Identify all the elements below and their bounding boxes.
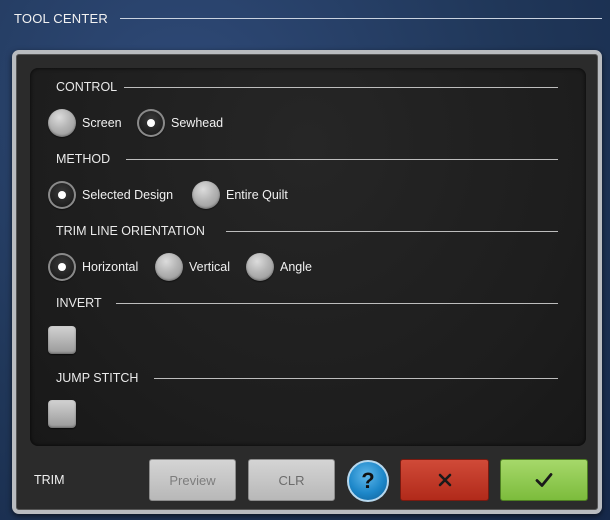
tool-center-dialog: CONTROL Screen Sewhead METHOD Selected D… bbox=[12, 50, 602, 514]
method-heading: METHOD bbox=[56, 152, 111, 166]
radio-button-selected[interactable] bbox=[48, 253, 76, 281]
invert-divider bbox=[116, 303, 558, 304]
title-divider bbox=[120, 18, 602, 19]
radio-button-selected[interactable] bbox=[48, 181, 76, 209]
radio-button[interactable] bbox=[192, 181, 220, 209]
jump-stitch-heading: JUMP STITCH bbox=[56, 371, 139, 385]
preview-button-label: Preview bbox=[169, 472, 216, 488]
radio-button-selected[interactable] bbox=[137, 109, 165, 137]
radio-button[interactable] bbox=[48, 109, 76, 137]
radio-button[interactable] bbox=[155, 253, 183, 281]
jump-stitch-checkbox[interactable] bbox=[48, 400, 76, 428]
help-button-label: ? bbox=[361, 468, 375, 493]
option-label: Vertical bbox=[189, 260, 230, 274]
cancel-button[interactable] bbox=[400, 459, 489, 501]
orientation-divider bbox=[226, 231, 558, 232]
control-option-screen[interactable]: Screen bbox=[48, 109, 122, 137]
x-icon bbox=[438, 473, 451, 487]
option-label: Angle bbox=[280, 260, 312, 274]
options-panel: CONTROL Screen Sewhead METHOD Selected D… bbox=[30, 68, 586, 446]
trim-label: TRIM bbox=[34, 473, 65, 487]
window-title: TOOL CENTER bbox=[14, 11, 108, 26]
method-option-selected-design[interactable]: Selected Design bbox=[48, 181, 173, 209]
clr-button[interactable]: CLR bbox=[248, 459, 335, 501]
ok-button[interactable] bbox=[500, 459, 588, 501]
orientation-heading: TRIM LINE ORIENTATION bbox=[56, 224, 205, 238]
clr-button-label: CLR bbox=[278, 472, 305, 488]
option-label: Entire Quilt bbox=[226, 188, 288, 202]
control-divider bbox=[124, 87, 558, 88]
help-button[interactable]: ? bbox=[347, 460, 389, 502]
title-bar: TOOL CENTER bbox=[0, 0, 610, 40]
method-divider bbox=[126, 159, 558, 160]
option-label: Screen bbox=[82, 116, 122, 130]
orientation-option-vertical[interactable]: Vertical bbox=[155, 253, 230, 281]
invert-checkbox[interactable] bbox=[48, 326, 76, 354]
radio-button[interactable] bbox=[246, 253, 274, 281]
method-option-entire-quilt[interactable]: Entire Quilt bbox=[192, 181, 288, 209]
jump-stitch-divider bbox=[154, 378, 558, 379]
preview-button[interactable]: Preview bbox=[149, 459, 236, 501]
invert-heading: INVERT bbox=[56, 296, 102, 310]
option-label: Selected Design bbox=[82, 188, 174, 202]
control-heading: CONTROL bbox=[56, 80, 118, 94]
orientation-option-angle[interactable]: Angle bbox=[246, 253, 312, 281]
option-label: Horizontal bbox=[82, 260, 139, 274]
checkmark-icon bbox=[535, 473, 553, 487]
orientation-option-horizontal[interactable]: Horizontal bbox=[48, 253, 138, 281]
control-option-sewhead[interactable]: Sewhead bbox=[137, 109, 223, 137]
option-label: Sewhead bbox=[171, 116, 224, 130]
